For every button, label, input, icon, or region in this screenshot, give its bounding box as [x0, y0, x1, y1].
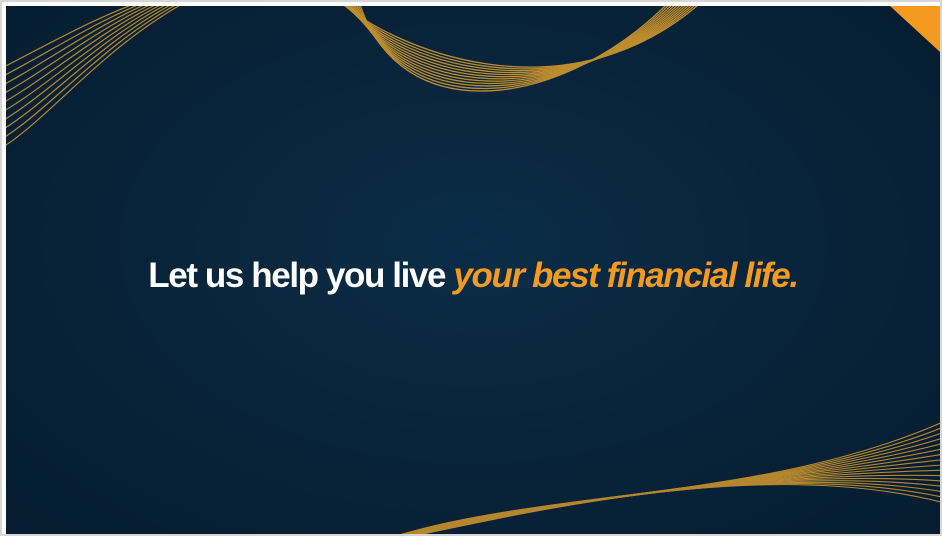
wave-line [6, 6, 160, 111]
hero-banner: Let us help you live your best financial… [6, 6, 940, 534]
wave-line [6, 6, 175, 137]
wave-line [403, 438, 940, 534]
image-frame: Let us help you live your best financial… [0, 0, 942, 536]
wave-line [412, 474, 940, 534]
wave-line [413, 477, 940, 534]
headline-plain-text: Let us help you live [148, 256, 454, 295]
wave-line [400, 422, 940, 534]
wave-line [344, 6, 695, 70]
top-center-wave-lines [344, 6, 698, 92]
headline: Let us help you live your best financial… [6, 254, 940, 298]
wave-line [6, 6, 170, 129]
headline-accent-text: your best financial life [453, 256, 790, 295]
orange-corner-triangle [890, 6, 940, 52]
headline-period: . [789, 256, 799, 295]
wave-line [405, 448, 940, 534]
bottom-right-wave-lines [400, 422, 940, 534]
wave-line [6, 6, 180, 146]
top-left-wave-lines [6, 6, 180, 146]
